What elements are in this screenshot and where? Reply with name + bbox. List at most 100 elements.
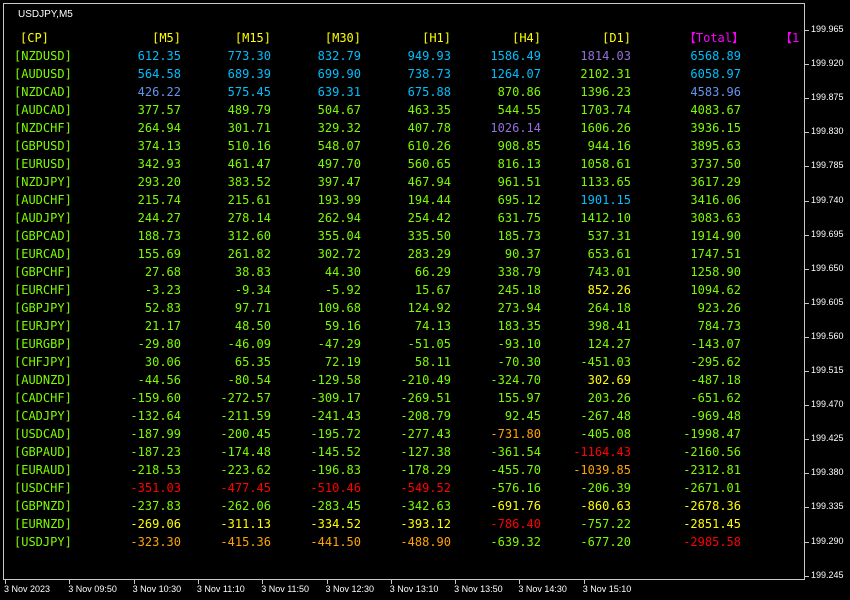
strength-value: -691.76 xyxy=(490,499,541,513)
strength-value: 183.35 xyxy=(497,319,541,333)
strength-value: 407.78 xyxy=(407,121,451,135)
strength-value: -361.54 xyxy=(490,445,541,459)
total-value: -1998.47 xyxy=(683,427,741,441)
pair-label: [CADJPY] xyxy=(14,409,72,423)
strength-value: 21.17 xyxy=(144,319,181,333)
strength-value: 695.12 xyxy=(497,193,541,207)
strength-value: 244.27 xyxy=(137,211,181,225)
strength-value: -441.50 xyxy=(310,535,361,549)
strength-value: -132.64 xyxy=(130,409,181,423)
strength-value: 283.29 xyxy=(407,247,451,261)
pair-label: [GBPCAD] xyxy=(14,229,72,243)
price-label: 199.335 xyxy=(811,501,844,512)
strength-value: 215.61 xyxy=(227,193,271,207)
price-label: 199.605 xyxy=(811,296,844,307)
strength-value: 743.01 xyxy=(587,265,631,279)
strength-value: 155.97 xyxy=(497,391,541,405)
total-value: 3083.63 xyxy=(690,211,741,225)
strength-value: -174.48 xyxy=(220,445,271,459)
header-col: 【Total】 xyxy=(683,31,744,45)
price-label: 199.830 xyxy=(811,126,844,137)
strength-value: 639.31 xyxy=(317,85,361,99)
strength-value: 302.69 xyxy=(587,373,631,387)
strength-value: 1264.07 xyxy=(490,67,541,81)
strength-value: 273.94 xyxy=(497,301,541,315)
price-label: 199.695 xyxy=(811,228,844,239)
pair-label: [USDJPY] xyxy=(14,535,72,549)
strength-value: -241.43 xyxy=(310,409,361,423)
total-value: -2851.45 xyxy=(683,517,741,531)
price-tick xyxy=(805,234,809,236)
strength-value: 293.20 xyxy=(137,175,181,189)
strength-value: -311.13 xyxy=(220,517,271,531)
price-label: 199.965 xyxy=(811,24,844,34)
price-tick xyxy=(805,507,809,509)
strength-value: -860.63 xyxy=(580,499,631,513)
strength-value: -187.23 xyxy=(130,445,181,459)
strength-value: 48.50 xyxy=(234,319,271,333)
strength-value: 261.82 xyxy=(227,247,271,261)
strength-value: 193.99 xyxy=(317,193,361,207)
strength-value: 2102.31 xyxy=(580,67,631,81)
strength-value: 262.94 xyxy=(317,211,361,225)
total-value: -2160.56 xyxy=(683,445,741,459)
time-axis[interactable]: 3 Nov 2023 3 Nov 09:50 3 Nov 10:30 3 Nov 11… xyxy=(0,580,805,600)
strength-value: 66.29 xyxy=(414,265,451,279)
strength-value: 537.31 xyxy=(587,229,631,243)
strength-value: -237.83 xyxy=(130,499,181,513)
header-col: [H1] xyxy=(422,31,451,45)
strength-value: 467.94 xyxy=(407,175,451,189)
strength-value: 38.83 xyxy=(234,265,271,279)
total-value: 1258.90 xyxy=(690,265,741,279)
strength-value: 1606.26 xyxy=(580,121,631,135)
pair-label: [NZDJPY] xyxy=(14,175,72,189)
strength-value: 312.60 xyxy=(227,229,271,243)
strength-value: 631.75 xyxy=(497,211,541,225)
strength-value: 653.61 xyxy=(587,247,631,261)
total-value: 784.73 xyxy=(697,319,741,333)
pair-label: [USDCHF] xyxy=(14,481,72,495)
pair-label: [GBPUSD] xyxy=(14,139,72,153)
strength-value: 689.39 xyxy=(227,67,271,81)
strength-value: -283.45 xyxy=(310,499,361,513)
strength-value: -1164.43 xyxy=(573,445,631,459)
pair-label: [NZDCAD] xyxy=(14,85,72,99)
price-label: 199.740 xyxy=(811,194,844,205)
strength-value: -405.08 xyxy=(580,427,631,441)
strength-value: 699.90 xyxy=(317,67,361,81)
strength-value: 463.35 xyxy=(407,103,451,117)
strength-value: -46.09 xyxy=(227,337,271,351)
strength-value: 374.13 xyxy=(137,139,181,153)
price-tick xyxy=(805,405,809,407)
strength-value: -639.32 xyxy=(490,535,541,549)
strength-value: 852.26 xyxy=(587,283,631,297)
pair-label: [NZDUSD] xyxy=(14,49,72,63)
strength-value: 1586.49 xyxy=(490,49,541,63)
price-axis[interactable]: 199.965 199.920 199.875 199.830 199.785 199.7… xyxy=(805,0,850,580)
price-tick xyxy=(805,473,809,475)
strength-value: 302.72 xyxy=(317,247,361,261)
strength-value: -323.30 xyxy=(130,535,181,549)
strength-value: -272.57 xyxy=(220,391,271,405)
strength-value: 264.94 xyxy=(137,121,181,135)
strength-value: -267.48 xyxy=(580,409,631,423)
strength-value: 908.85 xyxy=(497,139,541,153)
total-value: 6058.97 xyxy=(690,67,741,81)
total-value: -143.07 xyxy=(690,337,741,351)
strength-value: 497.70 xyxy=(317,157,361,171)
strength-value: 1901.15 xyxy=(580,193,631,207)
strength-value: -576.16 xyxy=(490,481,541,495)
strength-value: 245.18 xyxy=(497,283,541,297)
pair-label: [GBPJPY] xyxy=(14,301,72,315)
strength-value: 278.14 xyxy=(227,211,271,225)
price-tick xyxy=(805,166,809,168)
strength-value: 544.55 xyxy=(497,103,541,117)
strength-value: 949.93 xyxy=(407,49,451,63)
pair-label: [AUDJPY] xyxy=(14,211,72,225)
total-value: -2985.58 xyxy=(683,535,741,549)
pair-label: [EURNZD] xyxy=(14,517,72,531)
strength-value: 398.41 xyxy=(587,319,631,333)
chart-area[interactable]: USDJPY,M5 [CP] [M5] [M15] [M30] [H1] [H4] [D1]… xyxy=(3,3,805,580)
price-tick xyxy=(805,268,809,270)
strength-value: 489.79 xyxy=(227,103,271,117)
